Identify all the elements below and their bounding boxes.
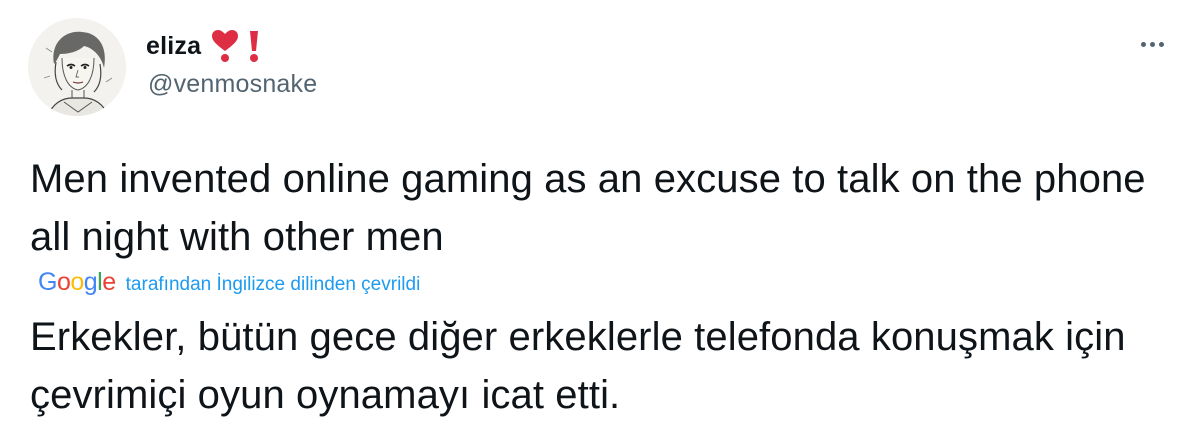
google-logo-letter: G	[38, 268, 57, 296]
more-dot	[1149, 41, 1155, 47]
display-name[interactable]: eliza	[146, 32, 201, 61]
avatar-sketch-image	[28, 18, 126, 116]
more-dot	[1158, 41, 1164, 47]
avatar[interactable]	[28, 18, 126, 116]
google-logo-letter: e	[102, 268, 116, 296]
tweet-text: Men invented online gaming as an excuse …	[30, 157, 1146, 259]
heart-exclamation-icon	[211, 29, 239, 63]
google-logo-letter: g	[83, 268, 98, 296]
tweet-card: eliza @venmosnake Men invented online ga…	[0, 0, 1200, 436]
translation-attribution[interactable]: Google tarafından İngilizce dilinden çev…	[38, 268, 420, 298]
google-logo-letter: o	[70, 268, 84, 296]
google-logo: Google	[38, 268, 116, 297]
translated-tweet-text: Erkekler, bütün gece diğer erkeklerle te…	[30, 315, 1126, 417]
user-handle[interactable]: @venmosnake	[148, 70, 317, 99]
author-name-row[interactable]: eliza	[146, 26, 261, 66]
more-dot	[1140, 41, 1146, 47]
exclamation-icon	[247, 29, 261, 63]
google-logo-letter: o	[56, 268, 71, 296]
translation-label[interactable]: tarafından İngilizce dilinden çevrildi	[126, 274, 421, 296]
more-horizontal-icon[interactable]	[1132, 30, 1172, 58]
